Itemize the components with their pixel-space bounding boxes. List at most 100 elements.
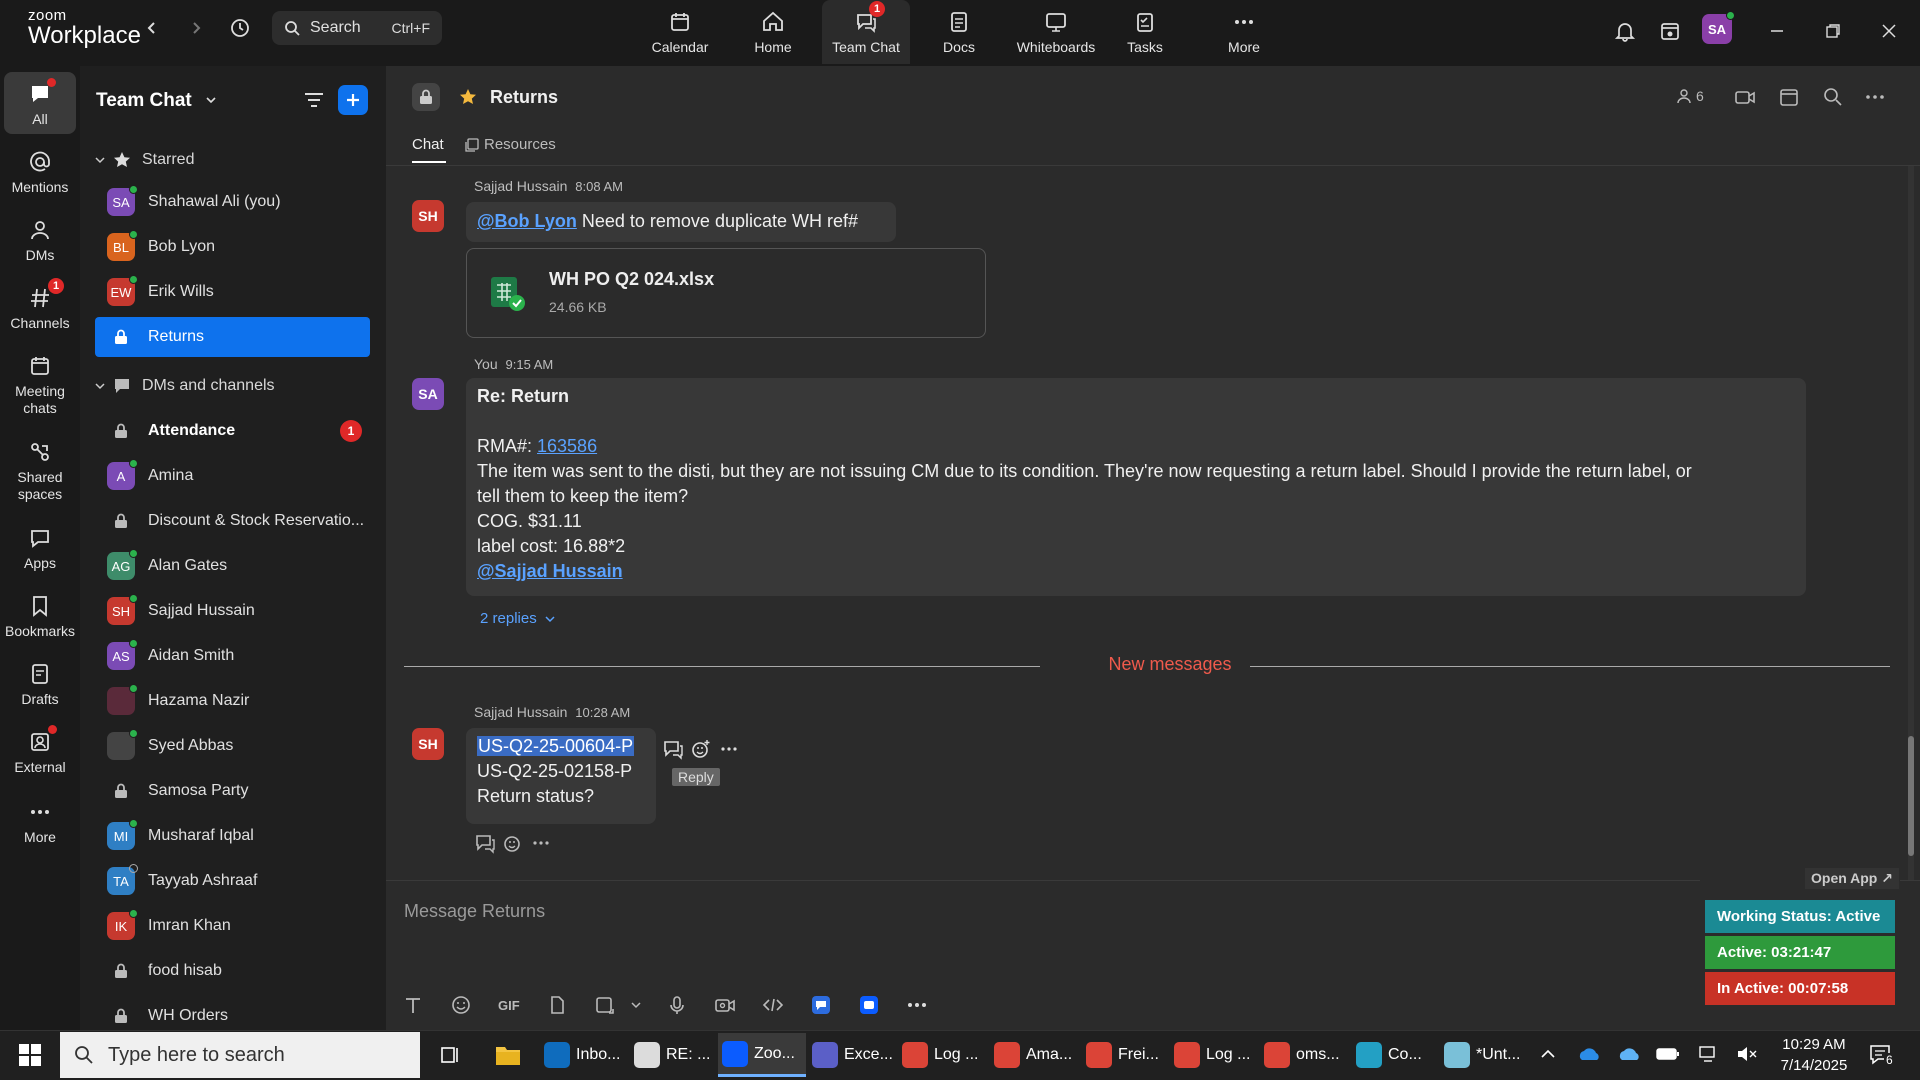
sidebar-item[interactable]: AG Alan Gates [95, 546, 370, 586]
mention-link[interactable]: @Bob Lyon [477, 211, 577, 231]
chevron-down-icon[interactable] [630, 999, 666, 1011]
system-clock[interactable]: 10:29 AM 7/14/2025 [1770, 1034, 1858, 1076]
app-shortcut-icon[interactable] [810, 994, 858, 1016]
message-input[interactable] [404, 895, 1704, 927]
onedrive-icon[interactable] [1616, 1044, 1642, 1064]
sidebar-item[interactable]: Samosa Party [95, 771, 370, 811]
sidebar-item[interactable]: Attendance 1 [95, 411, 370, 451]
rail-channels[interactable]: 1 Channels [4, 278, 76, 332]
user-avatar[interactable]: SA [1702, 11, 1735, 44]
sidebar-item[interactable]: AS Aidan Smith [95, 636, 370, 676]
task-view-icon[interactable] [438, 1043, 462, 1067]
emoji-icon[interactable] [450, 994, 498, 1016]
forward-arrow-icon[interactable] [182, 14, 210, 42]
show-hidden-icons[interactable] [1538, 1044, 1558, 1064]
taskbar-app[interactable]: Inbo... [540, 1033, 628, 1077]
file-attachment[interactable]: WH PO Q2 024.xlsx 24.66 KB [466, 248, 986, 338]
message-bubble[interactable]: @Bob Lyon Need to remove duplicate WH re… [466, 202, 896, 242]
onedrive-icon[interactable] [1576, 1044, 1602, 1064]
scrollbar-track[interactable] [1908, 166, 1914, 880]
emoji-react-icon[interactable] [502, 832, 524, 854]
sidebar-item[interactable]: SH Sajjad Hussain [95, 591, 370, 631]
minimize-icon[interactable] [1762, 16, 1792, 46]
sender-avatar[interactable]: SH [412, 728, 444, 760]
sender-name[interactable]: Sajjad Hussain [474, 704, 567, 720]
nav-home[interactable]: Home [729, 0, 817, 64]
nav-more[interactable]: More [1200, 0, 1288, 64]
close-icon[interactable] [1874, 16, 1904, 46]
zoom-app-icon[interactable] [858, 994, 906, 1016]
tab-chat[interactable]: Chat [412, 136, 446, 163]
volume-muted-icon[interactable] [1736, 1044, 1758, 1064]
taskbar-app[interactable]: Log ... [1170, 1033, 1258, 1077]
sidebar-item[interactable]: SA Shahawal Ali (you) [95, 182, 370, 222]
order-ref[interactable]: US-Q2-25-02158-P [477, 759, 645, 784]
reply-thread-icon[interactable] [662, 738, 684, 760]
more-tools-icon[interactable] [906, 994, 954, 1016]
taskbar-app[interactable]: Co... [1352, 1033, 1438, 1077]
more-options-icon[interactable] [1864, 86, 1886, 108]
emoji-react-icon[interactable] [690, 738, 712, 760]
message-bubble[interactable]: Re: Return RMA#: 163586 The item was sen… [466, 378, 1806, 596]
message-more-icon[interactable] [718, 738, 740, 760]
sidebar-title[interactable]: Team Chat [96, 90, 217, 112]
rail-meeting-chats[interactable]: Meeting chats [4, 352, 76, 417]
taskbar-search[interactable]: Type here to search [60, 1032, 420, 1078]
starred-section-header[interactable]: Starred [94, 150, 194, 170]
screenshot-icon[interactable] [594, 994, 630, 1016]
taskbar-app[interactable]: RE: ... [630, 1033, 716, 1077]
open-app-link[interactable]: Open App ↗ [1805, 868, 1899, 889]
taskbar-app[interactable]: Ama... [990, 1033, 1078, 1077]
channel-title[interactable]: Returns [490, 87, 558, 108]
nav-calendar[interactable]: Calendar [636, 0, 724, 64]
rail-shared-spaces[interactable]: Shared spaces [4, 438, 76, 503]
rail-mentions[interactable]: Mentions [4, 148, 76, 196]
nav-whiteboards[interactable]: Whiteboards [1008, 0, 1104, 64]
taskbar-app[interactable]: Log ... [898, 1033, 988, 1077]
sidebar-item[interactable]: Hazama Nazir [95, 681, 370, 721]
members-button[interactable]: 6 [1676, 88, 1704, 104]
sidebar-item[interactable]: BL Bob Lyon [95, 227, 370, 267]
restore-icon[interactable] [1818, 16, 1848, 46]
sidebar-item[interactable]: A Amina [95, 456, 370, 496]
windows-start-icon[interactable] [18, 1043, 42, 1067]
sender-name[interactable]: Sajjad Hussain [474, 178, 567, 194]
network-icon[interactable] [1698, 1044, 1720, 1064]
dms-section-header[interactable]: DMs and channels [94, 376, 275, 396]
code-snippet-icon[interactable] [762, 994, 810, 1016]
sidebar-item[interactable]: food hisab [95, 951, 370, 991]
sidebar-item[interactable]: TA Tayyab Ashraaf [95, 861, 370, 901]
search-box[interactable]: Search Ctrl+F [272, 11, 442, 45]
back-arrow-icon[interactable] [138, 14, 166, 42]
message-bubble[interactable]: US-Q2-25-00604-P US-Q2-25-02158-P Return… [466, 728, 656, 824]
replies-toggle[interactable]: 2 replies [480, 610, 555, 627]
sidebar-item[interactable]: EW Erik Wills [95, 272, 370, 312]
sidebar-item[interactable]: Discount & Stock Reservatio... [95, 501, 370, 541]
text-format-icon[interactable] [402, 994, 450, 1016]
sender-avatar[interactable]: SH [412, 200, 444, 232]
calendar-status-icon[interactable] [1655, 16, 1685, 46]
mention-link[interactable]: @Sajjad Hussain [477, 561, 623, 581]
file-explorer-icon[interactable] [494, 1042, 522, 1068]
scrollbar-thumb[interactable] [1908, 736, 1914, 856]
battery-icon[interactable] [1656, 1046, 1680, 1062]
taskbar-app[interactable]: Exce... [808, 1033, 896, 1077]
video-message-icon[interactable] [714, 994, 762, 1016]
taskbar-app[interactable]: oms... [1260, 1033, 1350, 1077]
video-icon[interactable] [1734, 86, 1756, 108]
notification-center-icon[interactable]: 6 [1868, 1043, 1895, 1067]
sidebar-item[interactable]: IK Imran Khan [95, 906, 370, 946]
sender-name[interactable]: You [474, 356, 498, 372]
taskbar-app[interactable]: Zoo... [718, 1033, 806, 1077]
sidebar-item[interactable]: MI Musharaf Iqbal [95, 816, 370, 856]
reply-thread-icon[interactable] [474, 832, 496, 854]
file-attach-icon[interactable] [546, 994, 594, 1016]
rail-all[interactable]: All [4, 72, 76, 134]
sender-avatar[interactable]: SA [412, 378, 444, 410]
star-icon[interactable] [458, 87, 478, 107]
rail-more[interactable]: More [4, 798, 76, 846]
rail-apps[interactable]: Apps [4, 524, 76, 572]
history-icon[interactable] [226, 14, 254, 42]
bell-icon[interactable] [1610, 16, 1640, 46]
rail-dms[interactable]: DMs [4, 216, 76, 264]
